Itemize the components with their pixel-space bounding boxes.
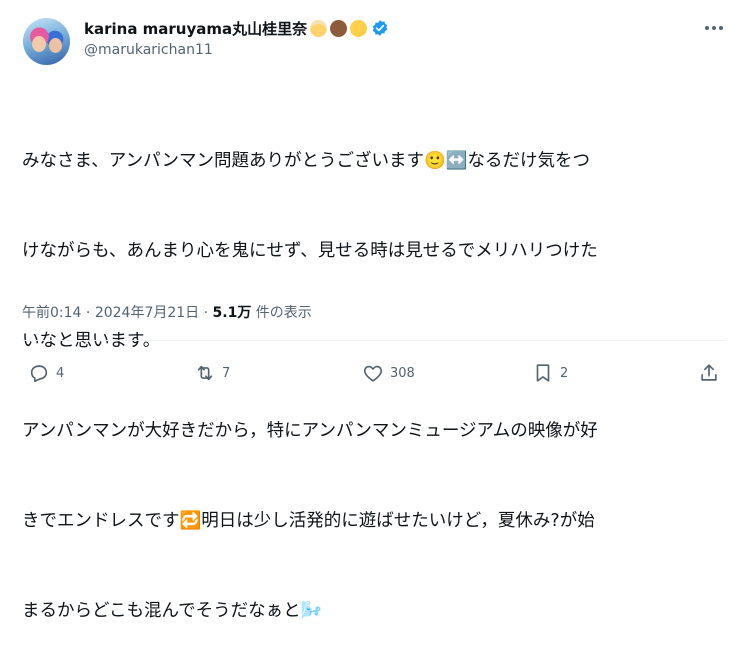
post-line: いなと思います。 [22, 331, 161, 351]
post-header: karina maruyama丸山桂里奈 @marukarichan11 [84, 17, 688, 58]
repost-icon [197, 365, 213, 381]
man-emoji-icon [330, 19, 348, 37]
more-options-icon[interactable] [702, 18, 726, 38]
user-handle[interactable]: @marukarichan11 [84, 42, 688, 58]
like-count: 308 [390, 365, 415, 381]
share-icon [701, 364, 717, 381]
repost-button[interactable]: 7 [194, 362, 230, 384]
repost-count: 7 [222, 365, 231, 381]
meta-separator: · [85, 305, 91, 321]
like-button[interactable]: 308 [362, 362, 415, 384]
post-meta: 午前0:14 · 2024年7月21日 · 5.1万 件の表示 [22, 302, 312, 322]
divider [22, 340, 726, 341]
woman-emoji-icon [310, 19, 328, 37]
post-line: みなさま、アンパンマン問題ありがとうございます🙂↔️なるだけ気をつ [22, 151, 591, 171]
action-bar: 4 7 308 2 [0, 362, 748, 392]
avatar-face [49, 38, 62, 53]
bookmark-count: 2 [560, 365, 569, 381]
verified-badge-icon[interactable] [371, 19, 389, 37]
post-line: きでエンドレスです🔁明日は少し活発的に遊ばせたいけど，夏休み?が始 [22, 511, 595, 531]
reply-button[interactable]: 4 [28, 362, 64, 384]
avatar-face [32, 36, 46, 52]
reply-icon [30, 365, 48, 383]
post-time[interactable]: 午前0:14 [22, 305, 81, 321]
bookmark-icon [536, 364, 550, 382]
baby-angel-emoji-icon [350, 19, 368, 37]
views-count: 5.1万 [212, 305, 252, 321]
share-button[interactable] [698, 362, 720, 384]
views-label: 件の表示 [255, 305, 312, 321]
name-row: karina maruyama丸山桂里奈 [84, 17, 688, 39]
post-line: まるからどこも混んでそうだなぁと🌬️ [22, 601, 323, 621]
post-line: けながらも、あんまり心を鬼にせず、見せる時は見せるでメリハリつけた [22, 241, 598, 261]
post-date[interactable]: 2024年7月21日 [95, 305, 199, 321]
post-line: アンパンマンが大好きだから，特にアンパンマンミュージアムの映像が好 [22, 421, 598, 441]
display-name[interactable]: karina maruyama丸山桂里奈 [84, 18, 307, 39]
avatar[interactable] [23, 18, 70, 65]
heart-icon [363, 365, 383, 382]
bookmark-button[interactable]: 2 [532, 362, 568, 384]
meta-separator: · [203, 305, 209, 321]
reply-count: 4 [56, 365, 65, 381]
